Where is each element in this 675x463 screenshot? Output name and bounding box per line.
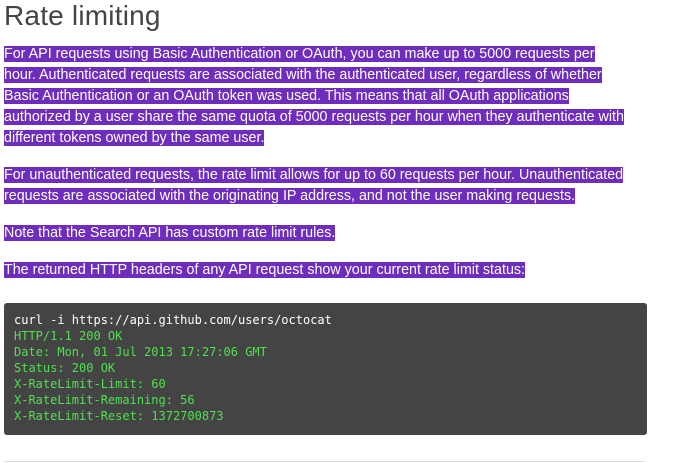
- paragraph-authenticated: For API requests using Basic Authenticat…: [4, 44, 629, 149]
- section-divider: [4, 461, 645, 462]
- main-content: Rate limiting For API requests using Bas…: [4, 0, 650, 435]
- code-command-line: curl -i https://api.github.com/users/oct…: [14, 313, 332, 327]
- selected-text: Note that the Search API has custom rate…: [4, 225, 336, 241]
- code-output-line: Date: Mon, 01 Jul 2013 17:27:06 GMT: [14, 345, 267, 359]
- code-output-line: X-RateLimit-Remaining: 56: [14, 393, 195, 407]
- code-output-line: Status: 200 OK: [14, 361, 116, 375]
- paragraph-headers-intro: The returned HTTP headers of any API req…: [4, 260, 650, 281]
- section-heading: Rate limiting: [4, 0, 161, 31]
- code-output-line: HTTP/1.1 200 OK: [14, 329, 123, 343]
- paragraph-search-note: Note that the Search API has custom rate…: [4, 223, 650, 244]
- code-output-line: X-RateLimit-Reset: 1372700873: [14, 409, 224, 423]
- code-block: curl -i https://api.github.com/users/oct…: [4, 303, 647, 435]
- selected-text: The returned HTTP headers of any API req…: [4, 262, 526, 278]
- paragraph-unauthenticated: For unauthenticated requests, the rate l…: [4, 165, 629, 207]
- selected-text: For unauthenticated requests, the rate l…: [4, 167, 624, 204]
- code-output-line: X-RateLimit-Limit: 60: [14, 377, 166, 391]
- selected-text: For API requests using Basic Authenticat…: [4, 46, 624, 146]
